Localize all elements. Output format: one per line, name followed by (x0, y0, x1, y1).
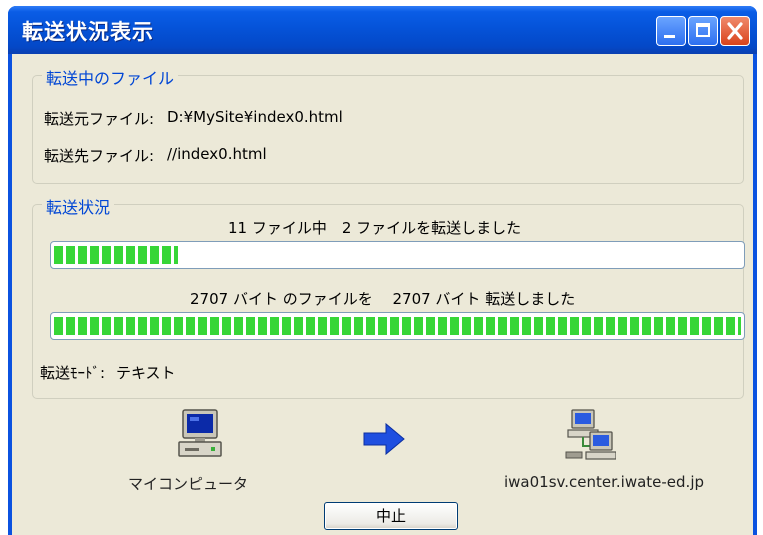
dialog-body: 転送中のファイル 転送元ファイル: D:¥MySite¥index0.html … (12, 54, 753, 535)
status-group-title: 転送状況 (42, 194, 115, 218)
source-file-value: D:¥MySite¥index0.html (167, 108, 343, 126)
minimize-icon (664, 35, 675, 38)
dest-file-label: 転送先ファイル: (44, 147, 155, 165)
files-progress-fill (54, 246, 178, 264)
dest-name: iwa01sv.center.iwate-ed.jp (504, 473, 705, 491)
transfer-status-window: 転送状況表示 転送中のファイル 転送元ファイル: D:¥MySite¥index… (8, 6, 757, 535)
transfer-mode-value: テキスト (116, 364, 176, 382)
maximize-button[interactable] (688, 16, 718, 46)
bytes-progress-text: 2707 バイト のファイルを 2707 バイト 転送しました (190, 290, 576, 308)
arrow-right-icon (363, 422, 405, 456)
maximize-icon (696, 23, 710, 37)
bytes-progress-bar (50, 312, 745, 340)
bytes-progress-fill (54, 317, 741, 335)
source-name: マイコンピュータ (128, 475, 249, 493)
dest-file-value: //index0.html (167, 145, 267, 163)
file-group: 転送中のファイル (32, 65, 744, 184)
files-progress-text: 11 ファイル中 2 ファイルを転送しました (228, 219, 522, 237)
file-group-title: 転送中のファイル (42, 65, 179, 89)
network-server-icon (565, 409, 616, 460)
files-progress-bar (50, 241, 745, 269)
source-file-label: 転送元ファイル: (44, 110, 155, 128)
window-title: 転送状況表示 (22, 20, 154, 44)
stop-button[interactable]: 中止 (324, 502, 458, 530)
title-bar[interactable]: 転送状況表示 (8, 6, 757, 54)
minimize-button[interactable] (656, 16, 686, 46)
close-button[interactable] (720, 16, 750, 46)
computer-icon (178, 409, 222, 457)
transfer-mode-label: 転送ﾓｰﾄﾞ: (40, 364, 106, 382)
close-icon (727, 22, 743, 40)
